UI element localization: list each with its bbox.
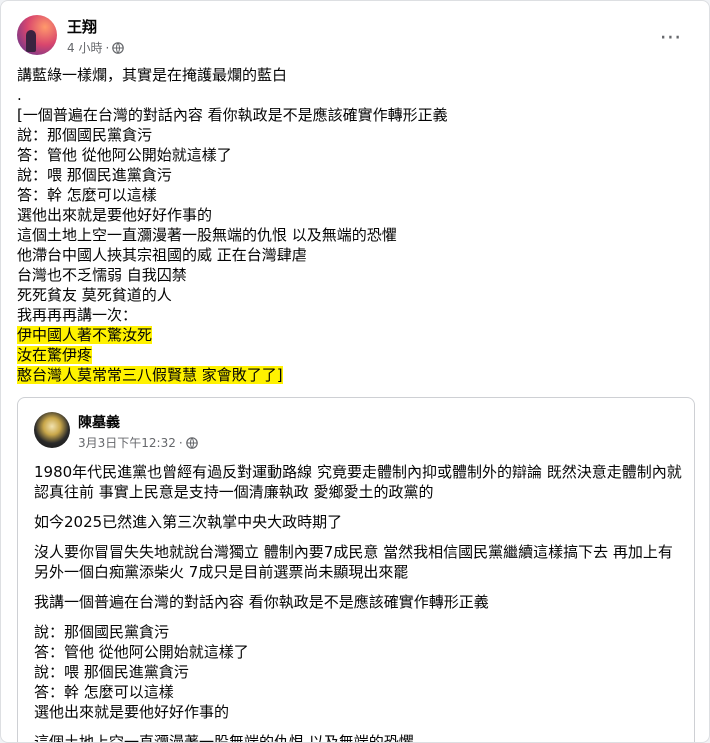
post-author[interactable]: 王翔 <box>67 16 97 37</box>
shared-paragraph: 我講一個普遍在台灣的對話內容 看你執政是不是應該確實作轉形正義 <box>34 592 684 612</box>
shared-paragraph: 1980年代民進黨也曾經有過反對運動路線 究竟要走體制內抑或體制外的辯論 既然決… <box>34 462 684 502</box>
highlight-mark: 汝在驚伊疼 <box>17 346 93 364</box>
shared-text-line: 我講一個普遍在台灣的對話內容 看你執政是不是應該確實作轉形正義 <box>34 593 489 611</box>
shared-text-line: 說：那個國民黨貪污 <box>34 623 170 641</box>
shared-paragraph: 這個土地上空一直瀰漫著一股無端的仇恨 以及無端的恐懼 <box>34 732 684 743</box>
shared-text-line: 1980年代民進黨也曾經有過反對運動路線 究竟要走體制內抑或體制外的辯論 既然決… <box>34 463 682 481</box>
highlight-mark: 伊中國人著不驚汝死 <box>17 326 153 344</box>
shared-text-line: 答：幹 怎麼可以這樣 <box>34 683 174 701</box>
post-text-line: 死死貧友 莫死貧道的人 <box>17 286 172 304</box>
more-options-button[interactable]: ⋯ <box>653 19 689 55</box>
post-text-line: 選他出來就是要他好好作事的 <box>17 206 213 224</box>
highlight-mark: 憨台灣人莫常常三八假賢慧 家會敗了了] <box>17 366 283 384</box>
shared-text-line: 另外一個白痴黨添柴火 7成只是目前選票尚未顯現出來罷 <box>34 563 409 581</box>
post-text: 講藍綠一樣爛，其實是在掩護最爛的藍白. [一個普遍在台灣的對話內容 看你執政是不是… <box>17 65 687 385</box>
shared-time[interactable]: 3月3日下午12:32 <box>78 434 176 451</box>
shared-text-line: 答：管他 從他阿公開始就這樣了 <box>34 643 249 661</box>
meta-separator: · <box>178 435 183 450</box>
globe-icon[interactable] <box>112 41 125 54</box>
post-text-line: 我再再再講一次： <box>17 306 138 324</box>
more-horizontal-icon: ⋯ <box>659 24 683 50</box>
shared-paragraph: 沒人要你冒冒失失地就說台灣獨立 體制內要7成民意 當然我相信國民黨繼續這樣搞下去… <box>34 542 684 582</box>
shared-avatar[interactable] <box>34 412 70 448</box>
post-text-line: [一個普遍在台灣的對話內容 看你執政是不是應該確實作轉形正義 <box>17 106 448 124</box>
post-text-line: 台灣也不乏懦弱 自我囚禁 <box>17 266 187 284</box>
post-text-line: . <box>17 86 22 104</box>
post-header: 王翔 4 小時 · ⋯ <box>17 15 697 59</box>
shared-text-line: 認真往前 事實上民意是支持一個清廉執政 愛鄉愛土的政黨的 <box>34 483 434 501</box>
shared-paragraph: 說：那個國民黨貪污答：管他 從他阿公開始就這樣了 說：喂 那個民進黨貪污 答：幹 怎… <box>34 622 684 722</box>
shared-author[interactable]: 陳墓義 <box>78 412 120 432</box>
post-time[interactable]: 4 小時 <box>67 39 102 56</box>
highlighted-text-line: 汝在驚伊疼 <box>17 345 687 365</box>
shared-meta: 3月3日下午12:32 · <box>78 434 198 451</box>
post-card: 王翔 4 小時 · ⋯ 講藍綠一樣爛，其實是在掩護最爛的藍白. [一個普遍在台灣的… <box>0 0 710 743</box>
shared-text-line: 說：喂 那個民進黨貪污 <box>34 663 189 681</box>
highlighted-text-line: 伊中國人著不驚汝死 <box>17 325 687 345</box>
post-text-line: 說：那個國民黨貪污 <box>17 126 153 144</box>
globe-icon[interactable] <box>185 436 198 449</box>
post-text-line: 講藍綠一樣爛，其實是在掩護最爛的藍白 <box>17 66 288 84</box>
post-text-line: 答：管他 從他阿公開始就這樣了 <box>17 146 232 164</box>
shared-text: 1980年代民進黨也曾經有過反對運動路線 究竟要走體制內抑或體制外的辯論 既然決… <box>34 462 684 743</box>
post-text-line: 說：喂 那個民進黨貪污 <box>17 166 172 184</box>
avatar[interactable] <box>17 15 57 55</box>
shared-text-line: 沒人要你冒冒失失地就說台灣獨立 體制內要7成民意 當然我相信國民黨繼續這樣搞下去… <box>34 543 673 561</box>
post-text-line: 這個土地上空一直瀰漫著一股無端的仇恨 以及無端的恐懼 <box>17 226 397 244</box>
post-text-line: 他滯台中國人挾其宗祖國的威 正在台灣肆虐 <box>17 246 307 264</box>
shared-text-line: 這個土地上空一直瀰漫著一股無端的仇恨 以及無端的恐懼 <box>34 733 414 743</box>
meta-separator: · <box>105 40 110 55</box>
post-meta: 4 小時 · <box>67 39 125 56</box>
shared-post[interactable]: 陳墓義 3月3日下午12:32 · 1980年代民進黨也曾經有過反對運動路線 究… <box>17 397 695 743</box>
shared-text-line: 如今2025已然進入第三次執掌中央大政時期了 <box>34 513 343 531</box>
highlighted-text-line: 憨台灣人莫常常三八假賢慧 家會敗了了] <box>17 365 687 385</box>
shared-text-line: 選他出來就是要他好好作事的 <box>34 703 230 721</box>
post-text-line: 答：幹 怎麼可以這樣 <box>17 186 157 204</box>
shared-paragraph: 如今2025已然進入第三次執掌中央大政時期了 <box>34 512 684 532</box>
